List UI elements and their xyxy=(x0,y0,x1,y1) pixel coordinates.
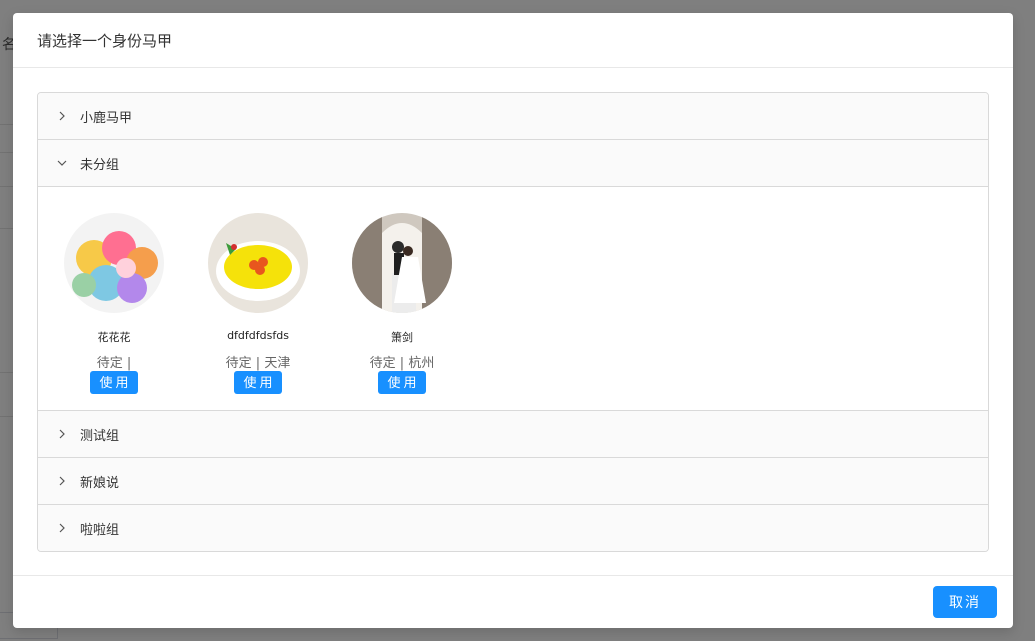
group-header-ungrouped[interactable]: 未分组 xyxy=(38,140,988,187)
wedding-avatar-image xyxy=(352,213,452,313)
avatar xyxy=(352,213,452,313)
chevron-right-icon xyxy=(56,522,68,534)
cancel-button[interactable]: 取消 xyxy=(933,586,997,618)
modal-body: 小鹿马甲 未分组 花花花 待定 | 使用 dfdfdfdsfds 待定 | 天津… xyxy=(13,68,1013,576)
identity-name: 箫剑 xyxy=(391,331,413,344)
group-panel-bride: 新娘说 xyxy=(38,458,988,505)
identity-card: 花花花 待定 | 使用 xyxy=(64,213,164,394)
avatar xyxy=(64,213,164,313)
candy-avatar-image xyxy=(64,213,164,313)
use-identity-button[interactable]: 使用 xyxy=(90,371,138,394)
identity-meta: 待定 | 天津 xyxy=(225,356,291,371)
identity-name: dfdfdfdsfds xyxy=(227,329,289,342)
group-header-lala[interactable]: 啦啦组 xyxy=(38,505,988,551)
group-header-bride[interactable]: 新娘说 xyxy=(38,458,988,504)
identity-name: 花花花 xyxy=(97,331,131,344)
modal-header: 请选择一个身份马甲 xyxy=(13,13,1013,68)
modal-title: 请选择一个身份马甲 xyxy=(37,31,173,50)
identity-card: dfdfdfdsfds 待定 | 天津 使用 xyxy=(208,213,308,394)
group-panel-ungrouped: 未分组 花花花 待定 | 使用 dfdfdfdsfds 待定 | 天津 使用 箫… xyxy=(38,140,988,411)
group-label: 小鹿马甲 xyxy=(80,110,133,126)
custard-avatar-image xyxy=(208,213,308,313)
use-identity-button[interactable]: 使用 xyxy=(234,371,282,394)
chevron-right-icon xyxy=(56,428,68,440)
group-panel-xiaolu: 小鹿马甲 xyxy=(38,93,988,140)
group-panel-test: 测试组 xyxy=(38,411,988,458)
identity-select-modal: 请选择一个身份马甲 小鹿马甲 未分组 花花花 待定 | 使用 dfdfdfdsf… xyxy=(13,13,1013,628)
identity-card: 箫剑 待定 | 杭州 使用 xyxy=(352,213,452,394)
identity-meta: 待定 | 杭州 xyxy=(369,356,435,371)
use-identity-button[interactable]: 使用 xyxy=(378,371,426,394)
group-collapse: 小鹿马甲 未分组 花花花 待定 | 使用 dfdfdfdsfds 待定 | 天津… xyxy=(37,92,989,552)
group-label: 啦啦组 xyxy=(80,522,120,538)
group-label: 未分组 xyxy=(80,157,120,173)
chevron-down-icon xyxy=(56,157,68,169)
chevron-right-icon xyxy=(56,475,68,487)
modal-footer: 取消 xyxy=(13,575,1013,628)
identity-meta: 待定 | xyxy=(96,356,132,371)
avatar xyxy=(208,213,308,313)
group-label: 新娘说 xyxy=(80,475,120,491)
chevron-right-icon xyxy=(56,110,68,122)
group-header-xiaolu[interactable]: 小鹿马甲 xyxy=(38,93,988,139)
group-label: 测试组 xyxy=(80,428,120,444)
group-panel-lala: 啦啦组 xyxy=(38,505,988,551)
group-header-test[interactable]: 测试组 xyxy=(38,411,988,457)
group-content-ungrouped: 花花花 待定 | 使用 dfdfdfdsfds 待定 | 天津 使用 箫剑 待定… xyxy=(38,187,988,410)
